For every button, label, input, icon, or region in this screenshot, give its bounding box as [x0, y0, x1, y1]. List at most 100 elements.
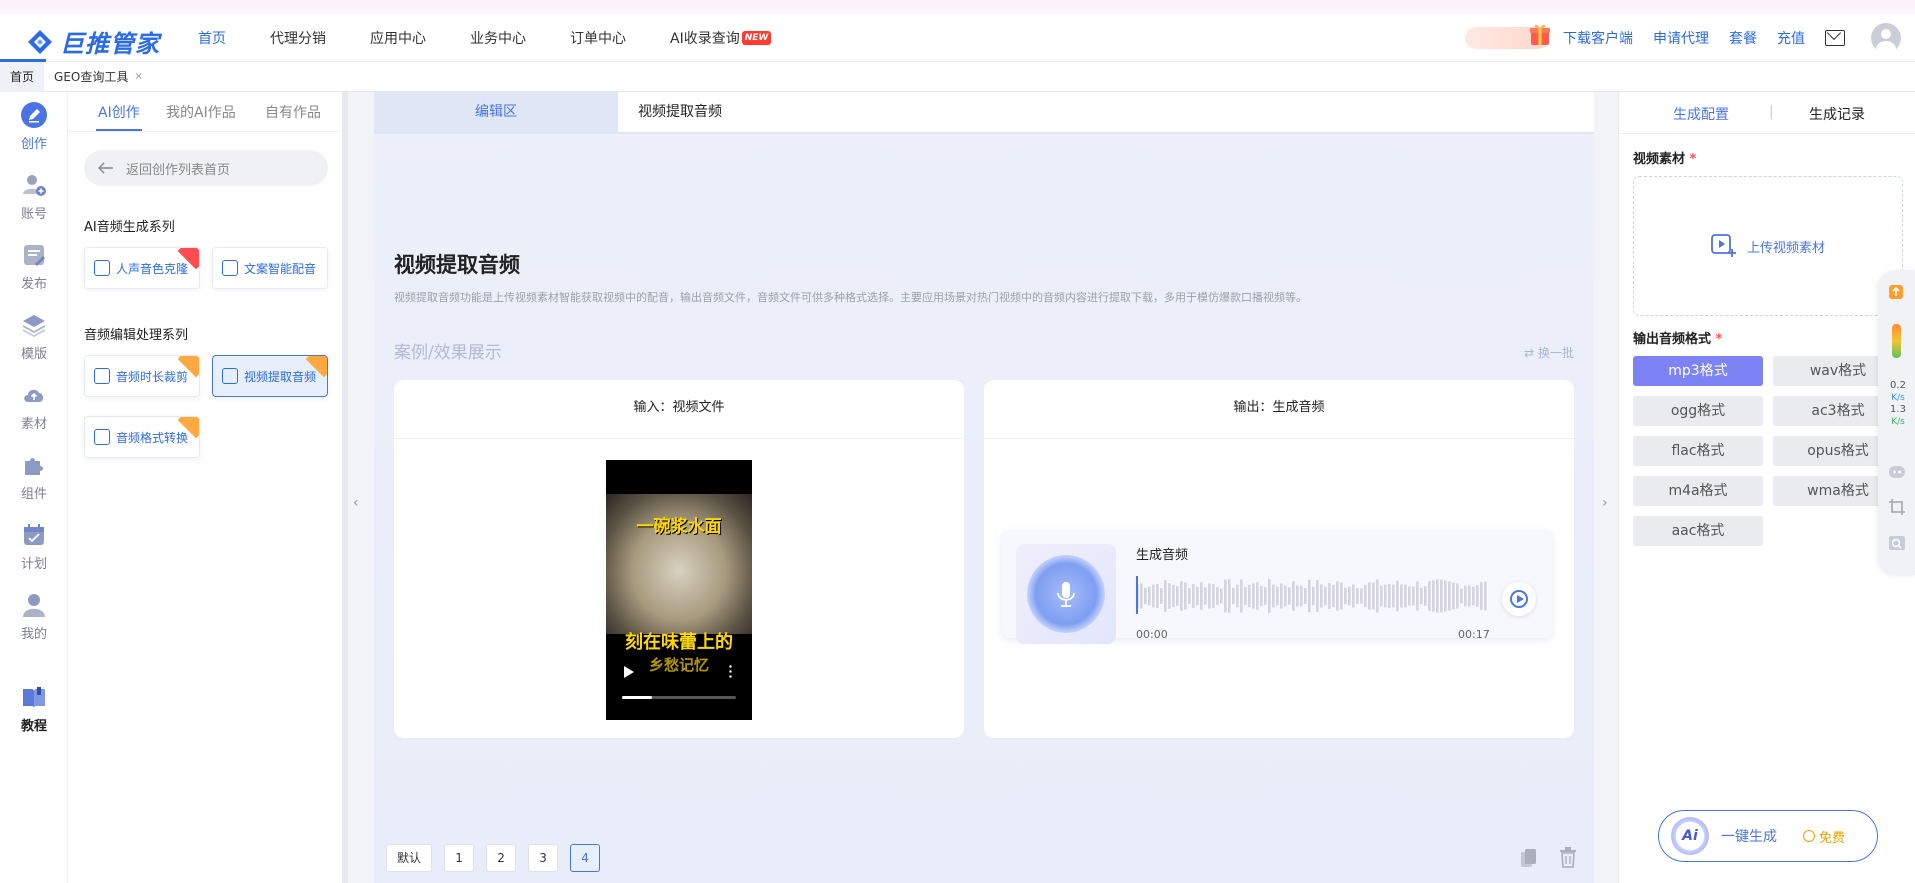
- copy-icon[interactable]: [1520, 848, 1538, 868]
- tab-ai-create[interactable]: AI创作: [98, 102, 140, 122]
- chevron-right-icon[interactable]: ›: [1602, 495, 1608, 511]
- page-1[interactable]: 1: [444, 844, 475, 872]
- card-video-extract-audio[interactable]: 视频提取音频: [212, 355, 328, 397]
- waveform-bar: [1420, 587, 1423, 605]
- video-preview[interactable]: 一碗浆水面 刻在味蕾上的 乡愁记忆: [606, 460, 752, 720]
- tab-separator: |: [1769, 104, 1774, 120]
- video-play-icon[interactable]: [624, 666, 634, 678]
- tab-gen-history[interactable]: 生成记录: [1809, 104, 1865, 124]
- page-2[interactable]: 2: [486, 844, 517, 872]
- sidebar-item-component[interactable]: 组件: [0, 452, 68, 502]
- waveform-bar: [1400, 584, 1403, 608]
- format-m4a[interactable]: m4a格式: [1633, 476, 1763, 506]
- page-3[interactable]: 3: [528, 844, 559, 872]
- page-4[interactable]: 4: [570, 844, 601, 872]
- nav-order-center[interactable]: 订单中心: [570, 28, 626, 48]
- package-link[interactable]: 套餐: [1729, 28, 1757, 48]
- wav-file-icon: [94, 429, 110, 445]
- waveform-bar: [1224, 579, 1227, 613]
- waveform-bar: [1440, 579, 1443, 613]
- swap-batch-button[interactable]: ⇄ 换一批: [1524, 344, 1574, 361]
- sidebar-item-material[interactable]: 素材: [0, 382, 68, 432]
- close-icon[interactable]: ×: [134, 62, 142, 92]
- video-progress-bar[interactable]: [622, 696, 736, 699]
- panel-scrollbar[interactable]: [342, 92, 348, 883]
- card-audio-trim[interactable]: 音频时长裁剪: [84, 355, 200, 397]
- tab-gen-config[interactable]: 生成配置: [1673, 104, 1729, 124]
- waveform-bar: [1292, 581, 1295, 611]
- nav-agent-distribution[interactable]: 代理分销: [270, 28, 326, 48]
- nav-ai-index-query[interactable]: AI收录查询 NEW: [670, 28, 772, 48]
- nav-home[interactable]: 首页: [198, 28, 226, 48]
- chevron-left-icon[interactable]: ‹: [353, 495, 359, 511]
- trash-icon[interactable]: [1558, 846, 1578, 868]
- audio-waveform[interactable]: [1136, 578, 1488, 614]
- waveform-bar: [1396, 580, 1399, 612]
- audio-play-button[interactable]: [1502, 582, 1536, 616]
- upload-label: 上传视频素材: [1746, 240, 1825, 256]
- speed-icon[interactable]: [1888, 284, 1904, 300]
- promo-pill[interactable]: [1465, 24, 1550, 49]
- screenshot-icon[interactable]: [1888, 498, 1906, 516]
- waveform-bar: [1220, 588, 1223, 604]
- brand-logo[interactable]: 巨推管家: [26, 24, 160, 59]
- sidebar-item-publish[interactable]: 发布: [0, 242, 68, 292]
- waveform-bar: [1268, 579, 1271, 613]
- waveform-bar: [1300, 585, 1303, 607]
- waveform-bar: [1288, 587, 1291, 605]
- upload-speed: 0.2: [1890, 380, 1906, 391]
- waveform-bar: [1344, 587, 1347, 605]
- user-add-icon: [23, 175, 46, 196]
- video-upload-icon: [1711, 234, 1736, 257]
- video-caption-top: 一碗浆水面: [636, 517, 722, 537]
- format-flac[interactable]: flac格式: [1633, 436, 1763, 466]
- one-click-generate-button[interactable]: Ai 一键生成 免费: [1658, 810, 1878, 862]
- format-ogg[interactable]: ogg格式: [1633, 396, 1763, 426]
- page-tab-home[interactable]: 首页: [0, 61, 45, 92]
- tab-my-ai-works[interactable]: 我的AI作品: [166, 102, 236, 122]
- avatar[interactable]: [1871, 23, 1901, 53]
- card-smart-dubbing[interactable]: 文案智能配音: [212, 247, 328, 289]
- sidebar-item-tutorial[interactable]: 教程: [0, 684, 68, 734]
- waveform-bar: [1352, 584, 1355, 608]
- playhead[interactable]: [1136, 576, 1138, 614]
- book-icon: [23, 687, 45, 708]
- waveform-bar: [1364, 584, 1367, 608]
- tab-video-extract[interactable]: 视频提取音频: [638, 92, 722, 132]
- case-showcase-title: 案例/效果展示: [394, 343, 502, 363]
- page-tab-geo[interactable]: GEO查询工具 ×: [44, 62, 153, 92]
- sidebar-item-mine[interactable]: 我的: [0, 592, 68, 642]
- tab-own-works[interactable]: 自有作品: [265, 102, 321, 122]
- download-unit: K/s: [1891, 417, 1905, 427]
- recharge-link[interactable]: 充值: [1777, 28, 1805, 48]
- tab-edit-area[interactable]: 编辑区: [374, 92, 618, 132]
- format-mp3[interactable]: mp3格式: [1633, 356, 1763, 386]
- search-image-icon[interactable]: [1888, 534, 1906, 552]
- chat-bot-icon[interactable]: [1888, 464, 1906, 480]
- pagination: 默认 1 2 3 4: [386, 844, 601, 872]
- waveform-bar: [1392, 584, 1395, 608]
- format-aac[interactable]: aac格式: [1633, 516, 1763, 546]
- mail-icon[interactable]: [1825, 30, 1845, 46]
- waveform-bar: [1372, 582, 1375, 610]
- sidebar-item-create[interactable]: 创作: [0, 102, 68, 152]
- card-audio-format-convert[interactable]: 音频格式转换: [84, 416, 200, 458]
- sidebar-item-account[interactable]: 账号: [0, 172, 68, 222]
- sidebar-item-plan[interactable]: 计划: [0, 522, 68, 572]
- waveform-bar: [1408, 586, 1411, 606]
- output-format-label: 输出音频格式 *: [1633, 328, 1722, 347]
- more-vertical-icon[interactable]: [729, 664, 732, 678]
- page-default[interactable]: 默认: [386, 844, 433, 872]
- waveform-bar: [1316, 580, 1319, 612]
- nav-business-center[interactable]: 业务中心: [470, 28, 526, 48]
- apply-agent-link[interactable]: 申请代理: [1653, 28, 1709, 48]
- upload-video-dropzone[interactable]: 上传视频素材: [1633, 176, 1903, 316]
- page-description: 视频提取音频功能是上传视频素材智能获取视频中的配音，输出音频文件，音频文件可供多…: [394, 291, 1307, 304]
- sidebar-item-template[interactable]: 模版: [0, 312, 68, 362]
- waveform-bar: [1284, 585, 1287, 607]
- back-to-list-button[interactable]: 返回创作列表首页: [84, 150, 328, 186]
- card-voice-clone[interactable]: 人声音色克隆: [84, 247, 200, 289]
- download-client-link[interactable]: 下载客户端: [1563, 28, 1633, 48]
- nav-app-center[interactable]: 应用中心: [370, 28, 426, 48]
- play-circle-icon: [1510, 590, 1528, 608]
